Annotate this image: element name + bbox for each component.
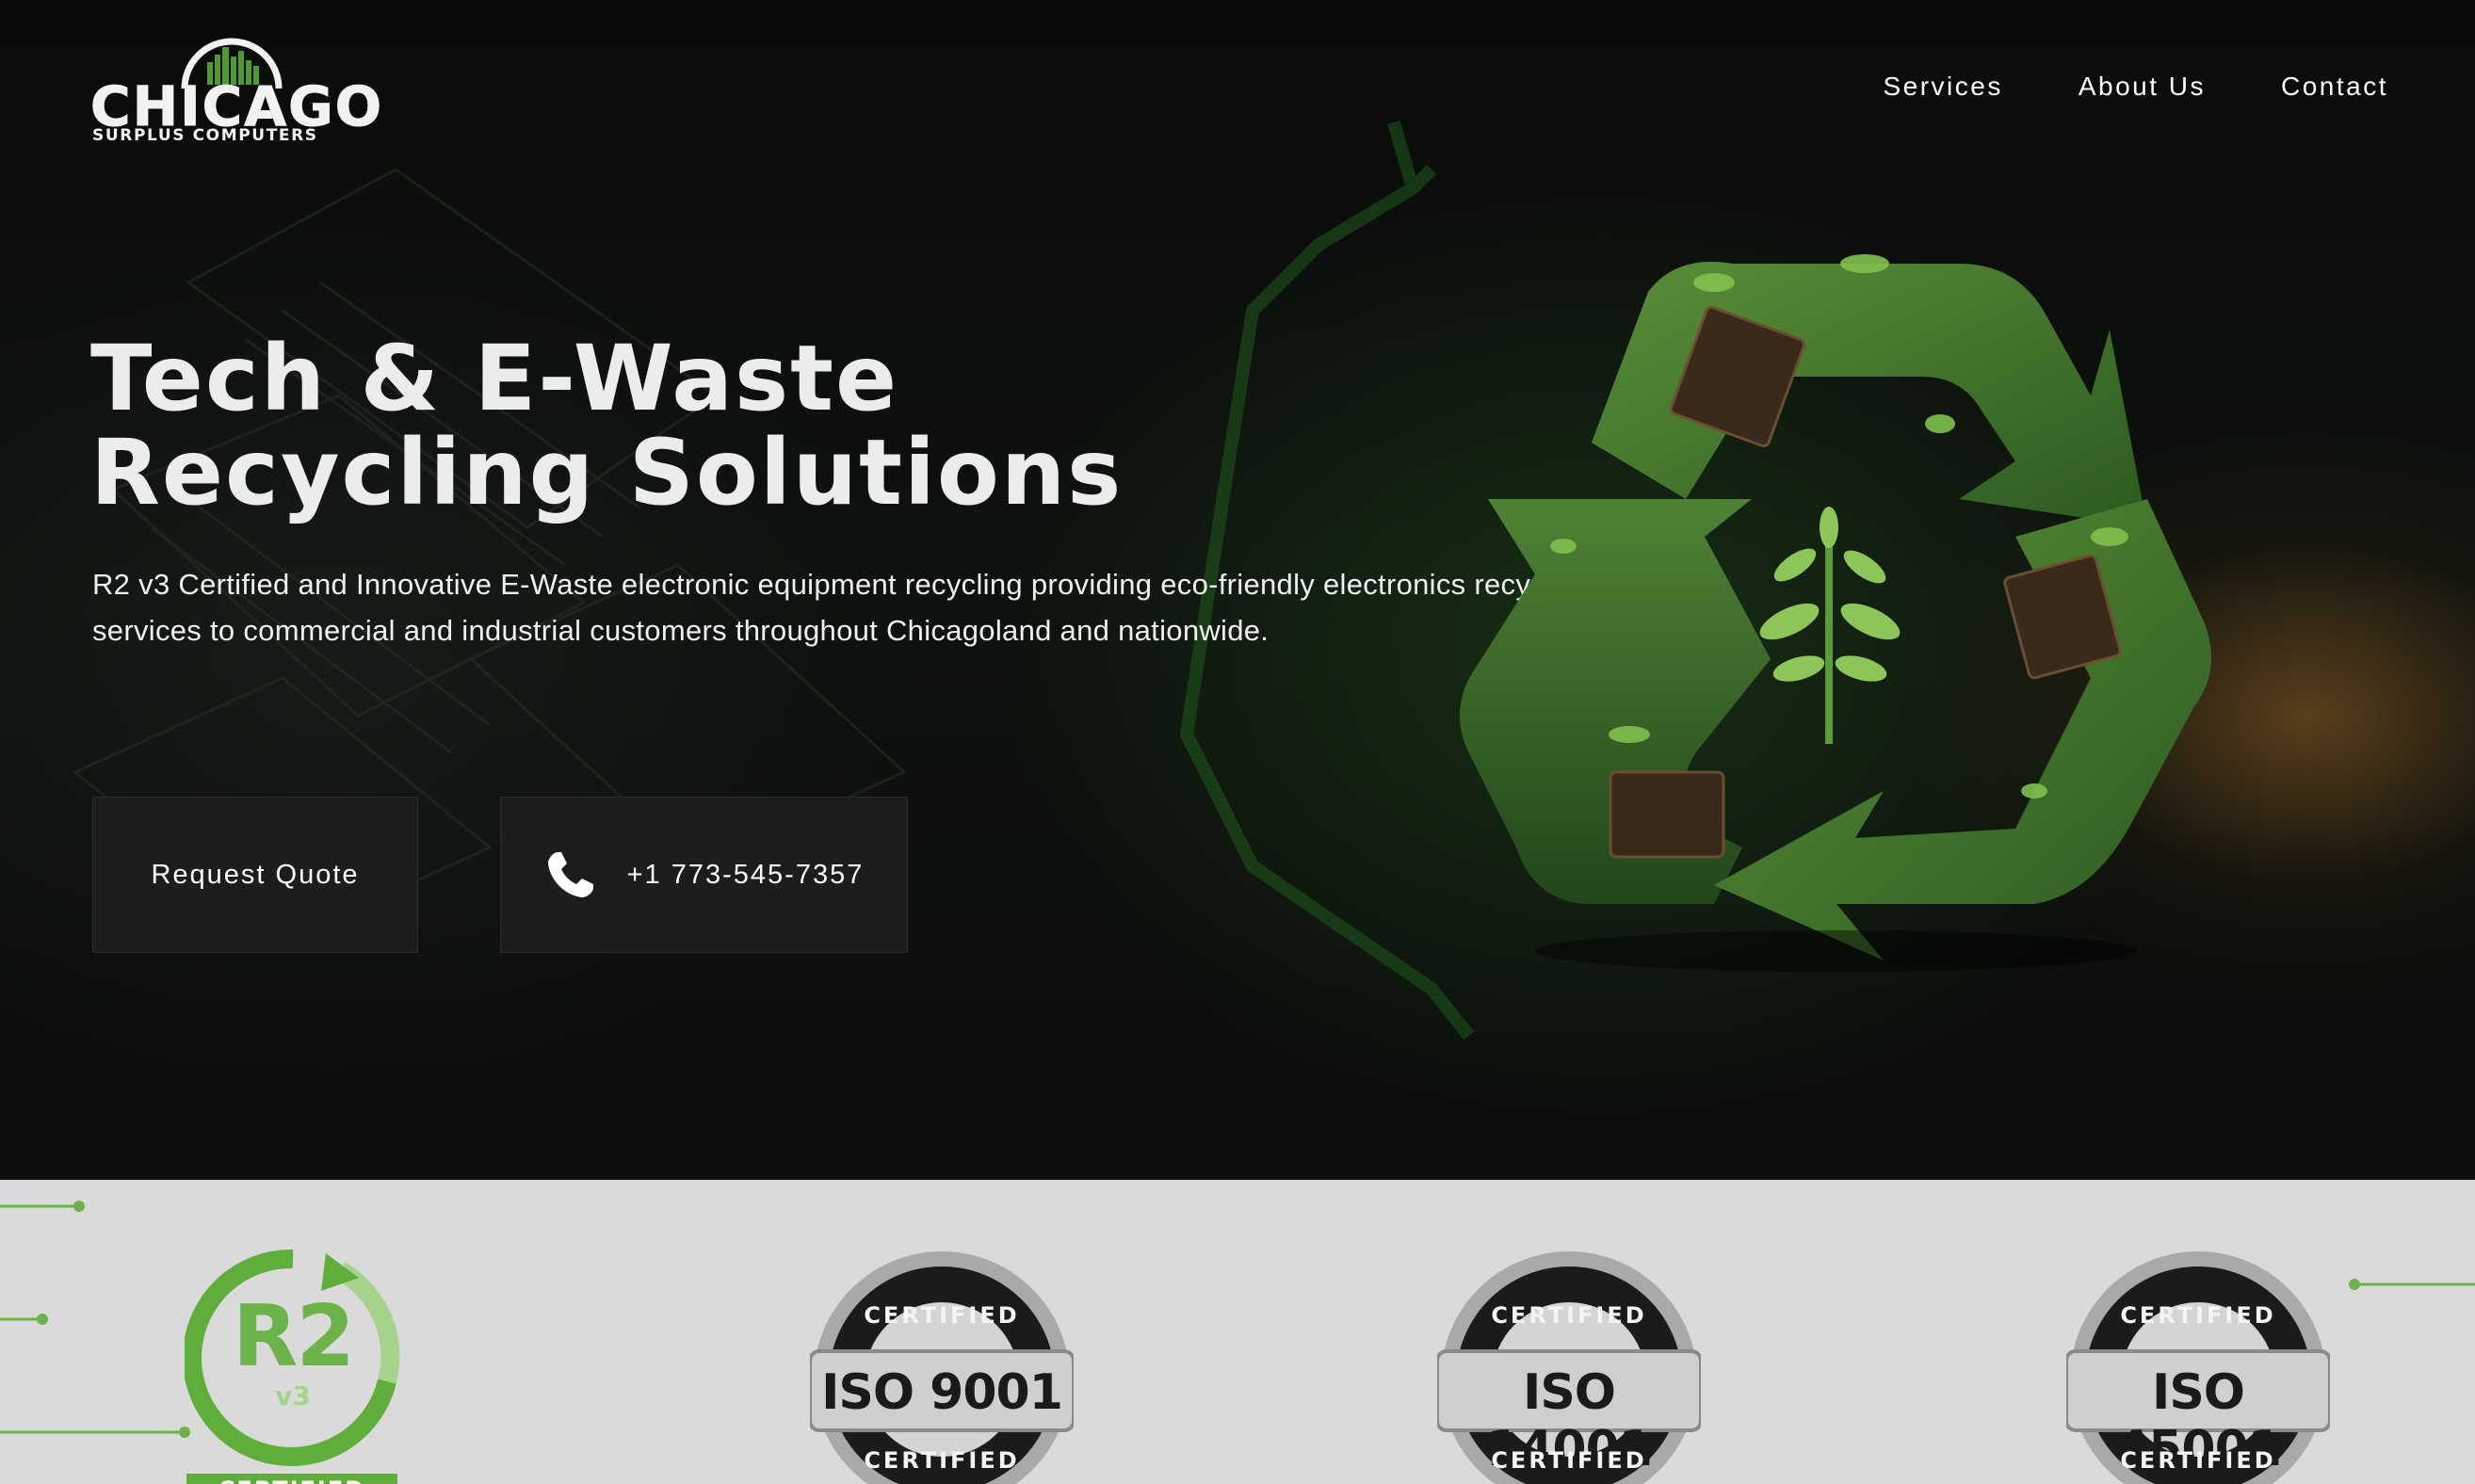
certifications-strip: R2 v3 CERTIFIED CERTIFIED ISO 9001 CERTI… [0,1180,2475,1484]
nav-services[interactable]: Services [1883,73,2002,100]
iso-14001-seal: CERTIFIED ISO 14001 CERTIFIED [1437,1248,1701,1484]
request-quote-button[interactable]: Request Quote [92,797,418,953]
hero-headline: Tech & E-Waste Recycling Solutions [90,331,1221,520]
iso-9001-label: ISO 9001 [821,1364,1063,1421]
phone-button[interactable]: +1 773-545-7357 [500,797,908,953]
nav-contact[interactable]: Contact [2281,73,2388,100]
seal-bottom-text: CERTIFIED [2120,1447,2276,1474]
headline-line-2: Recycling Solutions [90,420,1124,525]
r2-version: v3 [275,1380,311,1411]
seal-bottom-text: CERTIFIED [1491,1447,1647,1474]
iso-9001-seal: CERTIFIED ISO 9001 CERTIFIED [810,1248,1074,1484]
brand-tagline: SURPLUS COMPUTERS [92,126,318,145]
phone-icon [547,852,593,897]
phone-number: +1 773-545-7357 [626,859,865,890]
seal-top-text: CERTIFIED [2120,1302,2276,1329]
r2-certified-banner: CERTIFIED [186,1474,397,1484]
r2-certified-badge: R2 v3 CERTIFIED [185,1250,401,1484]
request-quote-label: Request Quote [151,859,360,890]
recycle-symbol-illustration [1460,254,2211,972]
seal-top-text: CERTIFIED [864,1302,1020,1329]
main-nav: Services About Us Contact [1883,73,2388,100]
headline-line-1: Tech & E-Waste [90,326,899,431]
nav-about-us[interactable]: About Us [2079,73,2206,100]
r2-label: R2 [233,1287,355,1386]
brand-logo[interactable]: CHICAGO SURPLUS COMPUTERS [89,34,382,151]
seal-bottom-text: CERTIFIED [864,1447,1020,1474]
iso-45001-seal: CERTIFIED ISO 45001 CERTIFIED [2066,1248,2330,1484]
hero-section: CHICAGO SURPLUS COMPUTERS Services About… [0,0,2475,1180]
circuit-trace-right [2349,1279,2475,1290]
seal-top-text: CERTIFIED [1491,1302,1647,1329]
